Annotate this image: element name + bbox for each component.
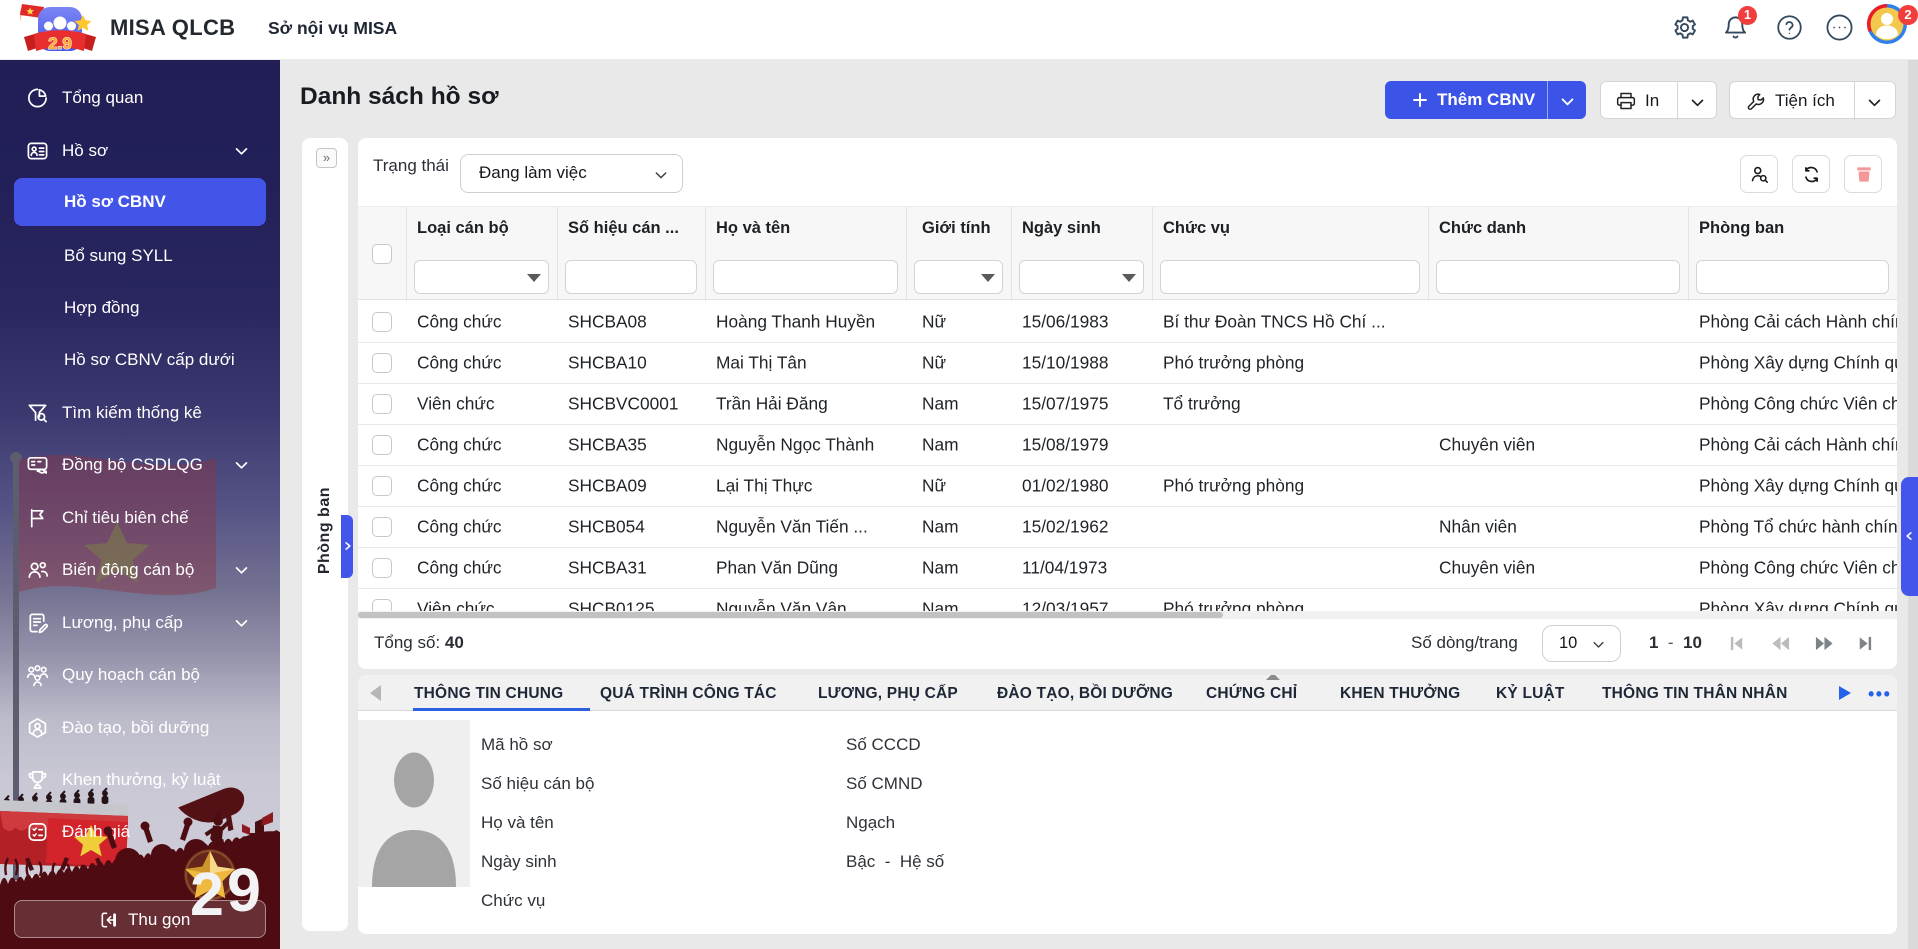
svg-text:9: 9 (227, 856, 261, 924)
svg-text:2.9: 2.9 (48, 34, 72, 53)
svg-text:2: 2 (190, 860, 224, 928)
